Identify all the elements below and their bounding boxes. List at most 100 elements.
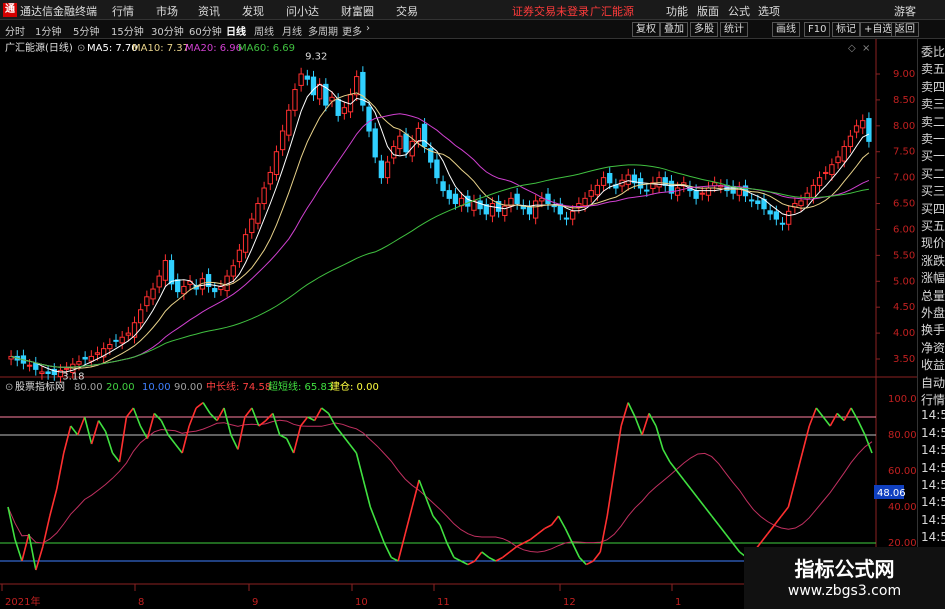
period-more[interactable]: 更多 bbox=[342, 23, 362, 38]
candle-body bbox=[242, 234, 249, 253]
candle-body bbox=[94, 352, 101, 355]
menu-trade[interactable]: 交易 bbox=[396, 3, 418, 19]
statistics-button[interactable]: 统计 bbox=[720, 22, 748, 37]
sidebar-label: 14:50 bbox=[921, 443, 945, 458]
candle-body bbox=[829, 164, 835, 176]
menu-formula[interactable]: 公式 bbox=[728, 3, 750, 19]
price-tick-label: 4.50 bbox=[893, 302, 915, 313]
indicator-current-value: 48.06 bbox=[877, 488, 906, 499]
candle-body bbox=[767, 210, 773, 215]
candle-body bbox=[699, 192, 705, 195]
adjust-button[interactable]: 复权 bbox=[632, 22, 660, 37]
candle-body bbox=[354, 76, 360, 96]
overlay-button[interactable]: 叠加 bbox=[660, 22, 688, 37]
candle-body bbox=[181, 285, 187, 295]
candle-body bbox=[261, 187, 267, 205]
candle-body bbox=[107, 343, 113, 350]
candle-body bbox=[335, 98, 341, 116]
app-logo-icon: 通 bbox=[3, 3, 17, 17]
period-30min[interactable]: 30分钟 bbox=[151, 23, 184, 38]
candle-body bbox=[378, 160, 385, 179]
candle-body bbox=[82, 356, 88, 360]
sidebar-label: 买二 bbox=[921, 166, 945, 181]
period-15min[interactable]: 15分钟 bbox=[111, 23, 144, 38]
date-tick-label: 2021年 bbox=[5, 595, 40, 608]
menu-ask[interactable]: 问小达 bbox=[286, 3, 319, 19]
ma-toggle-icon[interactable]: ⊙ bbox=[77, 43, 85, 54]
menu-options[interactable]: 选项 bbox=[758, 3, 780, 19]
candle-body bbox=[144, 296, 150, 307]
f10-button[interactable]: F10 bbox=[804, 22, 831, 37]
back-button[interactable]: 返回 bbox=[891, 22, 919, 37]
short-term-label: 超短线: 65.83 bbox=[268, 380, 333, 393]
candle-body bbox=[446, 190, 452, 199]
sidebar-label: 卖二 bbox=[921, 114, 945, 129]
menu-market[interactable]: 市场 bbox=[156, 3, 178, 19]
menu-market-quotes[interactable]: 行情 bbox=[112, 3, 134, 19]
candle-body bbox=[119, 336, 125, 344]
period-timeshare[interactable]: 分时 bbox=[5, 23, 25, 38]
candle-body bbox=[298, 73, 304, 86]
candle-body bbox=[570, 210, 576, 220]
period-1min[interactable]: 1分钟 bbox=[35, 23, 61, 38]
multi-stock-button[interactable]: 多股 bbox=[690, 22, 718, 37]
period-multi[interactable]: 多周期 bbox=[308, 23, 338, 38]
period-daily[interactable]: 日线 bbox=[226, 23, 246, 38]
candle-body bbox=[403, 133, 409, 153]
sidebar-label[interactable]: 自动 bbox=[921, 374, 945, 391]
sidebar-label: 卖四 bbox=[921, 79, 945, 94]
menu-wealth[interactable]: 财富圈 bbox=[341, 3, 374, 19]
stock-chart[interactable]: 广汇能源(日线) ⊙ MA5: 7.70 MA10: 7.37 MA20: 6.… bbox=[0, 39, 945, 609]
mark-button[interactable]: 标记 bbox=[832, 22, 860, 37]
sidebar-label: 总量 bbox=[921, 288, 945, 303]
indicator-param-20: 20.00 bbox=[106, 382, 135, 393]
candle-body bbox=[847, 135, 854, 148]
candle-body bbox=[514, 193, 520, 205]
sidebar-label: 换手 bbox=[921, 323, 945, 338]
sidebar-label: 14:50 bbox=[921, 530, 945, 545]
period-60min[interactable]: 60分钟 bbox=[189, 23, 222, 38]
candle-body bbox=[594, 184, 601, 196]
candle-body bbox=[316, 83, 323, 100]
menu-layout[interactable]: 版面 bbox=[697, 3, 719, 19]
candle-body bbox=[662, 177, 668, 186]
chart-expand-icon[interactable]: ◇ bbox=[848, 43, 856, 54]
candle-body bbox=[779, 222, 786, 225]
indicator-param-80: 80.00 bbox=[74, 382, 103, 393]
sidebar-label: 现价 bbox=[921, 236, 945, 251]
candle-body bbox=[366, 106, 372, 132]
price-tick-label: 6.50 bbox=[893, 199, 915, 210]
period-monthly[interactable]: 月线 bbox=[282, 23, 302, 38]
candle-body bbox=[156, 275, 162, 288]
ma20-label: MA20: 6.96 bbox=[185, 43, 242, 54]
chart-close-icon[interactable]: × bbox=[862, 43, 870, 54]
login-status[interactable]: 证券交易未登录 bbox=[512, 3, 589, 19]
menu-discover[interactable]: 发现 bbox=[242, 3, 264, 19]
guest-label[interactable]: 游客 bbox=[894, 3, 916, 19]
candle-body bbox=[397, 135, 403, 150]
candle-body bbox=[644, 189, 650, 192]
sidebar-label: 净资 bbox=[921, 340, 945, 355]
sidebar-label: 14:50 bbox=[921, 512, 945, 527]
candle-body bbox=[150, 288, 156, 300]
long-term-label: 中长线: 74.58 bbox=[206, 380, 271, 393]
indicator-toggle-icon[interactable]: ⊙ bbox=[5, 382, 13, 393]
candle-body bbox=[273, 151, 280, 176]
sidebar-label: 14:50 bbox=[921, 425, 945, 440]
sidebar-label[interactable]: 行情 bbox=[921, 391, 945, 408]
indicator-tick-label: 80.00 bbox=[888, 430, 917, 441]
candle-body bbox=[582, 197, 588, 207]
more-chevron-icon[interactable]: › bbox=[366, 23, 370, 34]
price-tick-label: 5.50 bbox=[893, 250, 915, 261]
period-weekly[interactable]: 周线 bbox=[254, 23, 274, 38]
ma60-label: MA60: 6.69 bbox=[238, 43, 295, 54]
period-5min[interactable]: 5分钟 bbox=[73, 23, 99, 38]
menu-function[interactable]: 功能 bbox=[666, 3, 688, 19]
candle-body bbox=[755, 200, 761, 205]
menu-news[interactable]: 资讯 bbox=[198, 3, 220, 19]
sidebar-label: 14:50 bbox=[921, 460, 945, 475]
indicator-tick-label: 60.00 bbox=[888, 466, 917, 477]
candle-body bbox=[76, 361, 82, 365]
draw-line-button[interactable]: 画线 bbox=[772, 22, 800, 37]
sidebar-label: 买一 bbox=[921, 149, 945, 164]
